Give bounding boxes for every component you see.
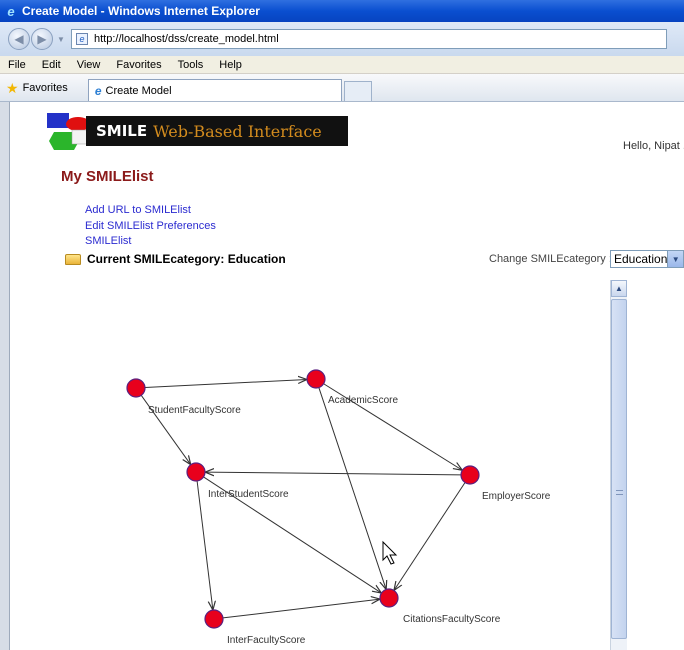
new-tab-button[interactable] xyxy=(343,81,372,101)
back-button[interactable]: ◀ xyxy=(8,28,30,50)
graph-node-label: StudentFacultyScore xyxy=(148,405,241,416)
page-icon: e xyxy=(76,33,88,45)
window-title: Create Model - Windows Internet Explorer xyxy=(22,4,260,18)
url-input[interactable]: e http://localhost/dss/create_model.html xyxy=(71,29,667,49)
scroll-thumb[interactable] xyxy=(611,299,627,639)
window-titlebar: e Create Model - Windows Internet Explor… xyxy=(0,0,684,22)
graph-node[interactable] xyxy=(126,378,146,398)
star-icon: ★ xyxy=(6,79,19,96)
smilelist-link[interactable]: SMILElist xyxy=(85,234,216,250)
graph-edge xyxy=(205,472,462,475)
scroll-up-button[interactable]: ▲ xyxy=(611,280,627,297)
chevron-down-icon[interactable]: ▼ xyxy=(667,251,683,267)
edit-preferences-link[interactable]: Edit SMILElist Preferences xyxy=(85,219,216,235)
graph-node[interactable] xyxy=(460,465,480,485)
smile-banner: SMILE Web-Based Interface xyxy=(86,116,348,146)
category-select[interactable]: Education ▼ xyxy=(610,250,684,268)
graph-node[interactable] xyxy=(204,609,224,629)
folder-icon xyxy=(65,253,81,265)
banner-brand: SMILE xyxy=(96,122,148,140)
graph-node[interactable] xyxy=(379,588,399,608)
category-select-value: Education xyxy=(614,252,668,266)
page-title: My SMILElist xyxy=(61,168,154,185)
graph-node-label: AcademicScore xyxy=(328,395,398,406)
history-dropdown-icon[interactable]: ▼ xyxy=(57,35,67,44)
banner-subtitle: Web-Based Interface xyxy=(153,121,322,141)
graph-node[interactable] xyxy=(306,369,326,389)
graph-edge xyxy=(222,599,380,619)
menu-view[interactable]: View xyxy=(69,59,109,71)
graph-node[interactable] xyxy=(186,462,206,482)
menu-help[interactable]: Help xyxy=(211,59,250,71)
graph-edge xyxy=(144,379,307,389)
graph-node-label: CitationsFacultyScore xyxy=(403,614,501,625)
change-category-label: Change SMILEcategory : xyxy=(489,253,612,265)
menu-tools[interactable]: Tools xyxy=(170,59,212,71)
graph-scrollbar[interactable]: ▲ xyxy=(610,280,627,650)
menu-favorites[interactable]: Favorites xyxy=(108,59,169,71)
url-text: http://localhost/dss/create_model.html xyxy=(94,33,279,45)
favorites-bar: ★ Favorites e Create Model xyxy=(0,74,684,102)
current-category-label: Current SMILEcategory: Education xyxy=(87,252,286,266)
address-bar: ◀ ▶ ▼ e http://localhost/dss/create_mode… xyxy=(0,22,684,56)
graph-edge xyxy=(394,482,466,591)
current-category: Current SMILEcategory: Education xyxy=(65,252,286,266)
tab-create-model[interactable]: e Create Model xyxy=(87,79,342,101)
network-graph: StudentFacultyScore AcademicScore InterStu… xyxy=(126,369,551,646)
smilelist-links: Add URL to SMILElist Edit SMILElist Pref… xyxy=(85,203,216,250)
ie-tab-icon: e xyxy=(94,83,102,98)
menu-edit[interactable]: Edit xyxy=(34,59,69,71)
user-greeting: Hello, Nipat . xyxy=(623,140,684,152)
mouse-cursor-icon xyxy=(382,540,398,565)
scroll-grip-icon xyxy=(616,490,623,495)
browser-frame-edge xyxy=(0,102,10,650)
menu-file[interactable]: File xyxy=(0,59,34,71)
page-content: SMILE Web-Based Interface Hello, Nipat .… xyxy=(11,102,684,650)
tab-label: Create Model xyxy=(105,84,172,97)
graph-node-label: InterFacultyScore xyxy=(227,635,306,646)
graph-edge xyxy=(196,480,213,610)
forward-button[interactable]: ▶ xyxy=(31,28,53,50)
add-url-link[interactable]: Add URL to SMILElist xyxy=(85,203,216,219)
favorites-label: Favorites xyxy=(22,82,68,94)
favorites-button[interactable]: ★ Favorites xyxy=(0,75,74,101)
ie-logo-icon: e xyxy=(7,3,15,19)
graph-node-label: InterStudentScore xyxy=(208,489,289,500)
menu-bar: File Edit View Favorites Tools Help xyxy=(0,56,684,74)
graph-node-label: EmployerScore xyxy=(482,491,551,502)
